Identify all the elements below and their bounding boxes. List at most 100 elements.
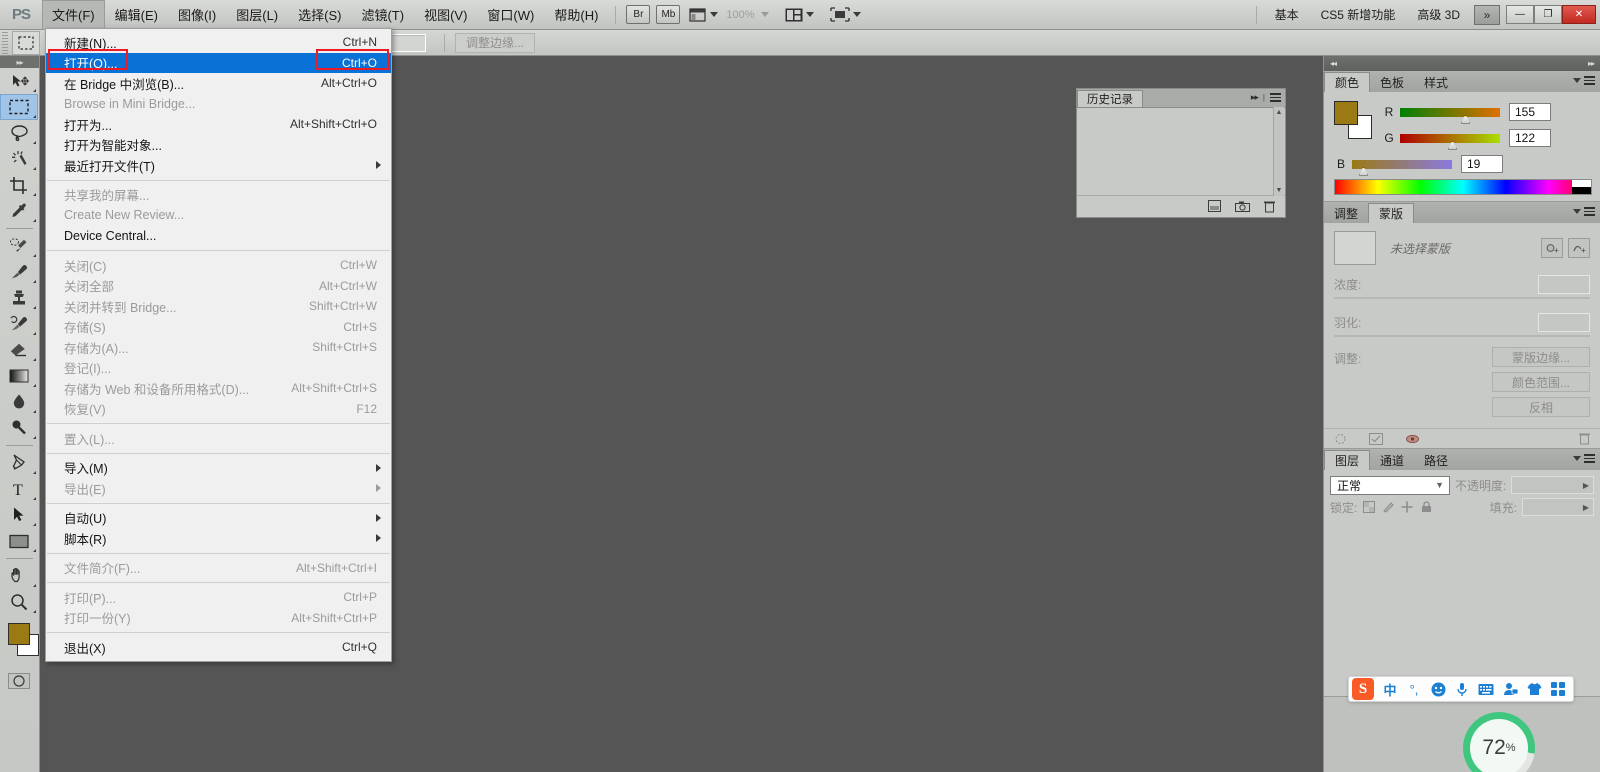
dock-collapse-right-icon[interactable]: ▸▸ [1588,59,1595,68]
punctuation-icon[interactable]: °, [1402,677,1426,701]
tab-通道[interactable]: 通道 [1370,450,1414,470]
blend-mode-select[interactable]: 正常 ▼ [1330,475,1450,495]
spot-healing-brush-tool[interactable] [0,233,38,259]
lock-position-icon[interactable] [1400,500,1414,514]
mask-feather-slider[interactable] [1334,335,1590,337]
history-brush-tool[interactable] [0,311,38,337]
minimize-button[interactable]: — [1506,5,1534,24]
disable-mask-icon[interactable] [1405,433,1420,445]
color-value-G[interactable]: 122 [1509,129,1551,147]
performance-gauge[interactable]: 72% [1463,712,1535,772]
chinese-mode-button[interactable]: 中 [1378,677,1402,701]
load-selection-icon[interactable] [1334,433,1347,445]
file-menu-item-12[interactable]: 关闭(C) Ctrl+W [46,255,391,276]
file-menu-item-3[interactable]: Browse in Mini Bridge... [46,94,391,115]
layers-panel-chevron-icon[interactable] [1573,455,1581,461]
eraser-tool[interactable] [0,337,38,363]
file-menu-item-17[interactable]: 登记(I)... [46,358,391,379]
file-menu-item-34[interactable]: 退出(X) Ctrl+Q [46,637,391,658]
color-slider-track-B[interactable] [1352,159,1452,176]
eyedropper-tool[interactable] [0,198,38,224]
tab-蒙版[interactable]: 蒙版 [1368,203,1415,223]
tab-history[interactable]: 历史记录 [1077,90,1143,107]
tab-色板[interactable]: 色板 [1370,72,1414,92]
tab-样式[interactable]: 样式 [1414,72,1458,92]
view-extras-button[interactable] [689,4,719,26]
layers-list[interactable] [1324,518,1600,696]
sogou-logo-icon[interactable]: S [1352,678,1374,700]
file-menu-item-0[interactable]: 新建(N)... Ctrl+N [46,32,391,53]
soft-keyboard-icon[interactable] [1474,677,1498,701]
spectrum-white-black-swatch[interactable] [1572,180,1591,194]
file-menu-item-14[interactable]: 关闭并转到 Bridge... Shift+Ctrl+W [46,296,391,317]
history-collapse-icon[interactable]: ▸▸ [1251,92,1259,103]
history-scroll-up-icon[interactable]: ▲ [1274,107,1284,118]
mask-panel-chevron-icon[interactable] [1573,208,1581,214]
history-panel-menu-icon[interactable] [1270,93,1281,102]
user-icon[interactable] [1498,677,1522,701]
menu-1[interactable]: 编辑(E) [105,0,168,30]
color-spectrum-ramp[interactable] [1334,179,1592,195]
pen-tool[interactable] [0,450,38,476]
launch-bridge-button[interactable]: Br [626,5,651,24]
file-menu-item-16[interactable]: 存储为(A)... Shift+Ctrl+S [46,337,391,358]
menu-5[interactable]: 滤镜(T) [351,0,414,30]
dock-collapse-bar[interactable]: ◂◂ ▸▸ [1324,56,1600,71]
layers-panel-menu-icon[interactable] [1584,454,1595,463]
file-menu-item-15[interactable]: 存储(S) Ctrl+S [46,317,391,338]
tab-路径[interactable]: 路径 [1414,450,1458,470]
mask-feather-input[interactable] [1538,312,1590,332]
file-menu-item-10[interactable]: Device Central... [46,226,391,247]
file-menu-item-1[interactable]: 打开(O)... Ctrl+O [46,52,391,73]
file-menu-item-8[interactable]: 共享我的屏幕... [46,185,391,206]
delete-mask-icon[interactable] [1579,432,1590,445]
color-panel-chevron-icon[interactable] [1573,77,1581,83]
mask-panel-menu-icon[interactable] [1584,207,1595,216]
tab-调整[interactable]: 调整 [1324,203,1368,223]
file-menu-item-31[interactable]: 打印(P)... Ctrl+P [46,587,391,608]
file-menu-item-13[interactable]: 关闭全部 Alt+Ctrl+W [46,276,391,297]
restore-button[interactable]: ❐ [1534,5,1562,24]
file-menu-item-21[interactable]: 置入(L)... [46,428,391,449]
dock-collapse-left-icon[interactable]: ◂◂ [1330,59,1337,68]
menu-4[interactable]: 选择(S) [288,0,351,30]
opacity-input[interactable]: ▶ [1511,476,1594,494]
zoom-chevron-down-icon[interactable] [760,12,769,17]
screen-mode-button[interactable] [829,4,861,26]
file-menu-item-27[interactable]: 脚本(R) [46,528,391,549]
path-selection-tool[interactable] [0,502,38,528]
workspace-1[interactable]: CS5 新增功能 [1310,0,1407,30]
menu-3[interactable]: 图层(L) [226,0,288,30]
menu-8[interactable]: 帮助(H) [544,0,608,30]
workspace-more-button[interactable]: » [1474,4,1500,25]
arrange-documents-button[interactable] [785,4,814,26]
history-states-list[interactable] [1077,107,1285,195]
fill-input[interactable]: ▶ [1522,498,1594,516]
file-menu-item-19[interactable]: 恢复(V) F12 [46,399,391,420]
file-menu-item-24[interactable]: 导出(E) [46,478,391,499]
file-menu-item-32[interactable]: 打印一份(Y) Alt+Shift+Ctrl+P [46,608,391,629]
voice-input-icon[interactable] [1450,677,1474,701]
tab-颜色[interactable]: 颜色 [1324,72,1371,92]
toolbar-collapse-handle[interactable]: ▸▸ [0,56,39,68]
magic-wand-tool[interactable] [0,146,38,172]
dodge-tool[interactable] [0,415,38,441]
menu-7[interactable]: 窗口(W) [477,0,544,30]
file-menu-item-29[interactable]: 文件简介(F)... Alt+Shift+Ctrl+I [46,558,391,579]
new-document-from-state-icon[interactable] [1208,199,1221,213]
launch-mini-bridge-button[interactable]: Mb [656,5,681,24]
options-bar-grip[interactable] [2,31,8,54]
quick-mask-toggle[interactable] [0,669,38,693]
refine-edge-button[interactable]: 调整边缘... [454,32,535,53]
foreground-color-swatch[interactable] [8,623,30,645]
blur-tool[interactable] [0,389,38,415]
lock-transparent-pixels-icon[interactable] [1362,500,1376,514]
file-menu-item-4[interactable]: 打开为... Alt+Shift+Ctrl+O [46,114,391,135]
file-menu-item-5[interactable]: 打开为智能对象... [46,135,391,156]
workspace-0[interactable]: 基本 [1264,0,1310,30]
history-scrollbar[interactable]: ▲ ▼ [1273,107,1284,196]
color-panel-foreground-swatch[interactable] [1334,101,1358,125]
rectangular-marquee-tool[interactable] [0,94,38,120]
rectangle-tool[interactable] [0,528,38,554]
current-tool-icon[interactable] [12,30,40,55]
